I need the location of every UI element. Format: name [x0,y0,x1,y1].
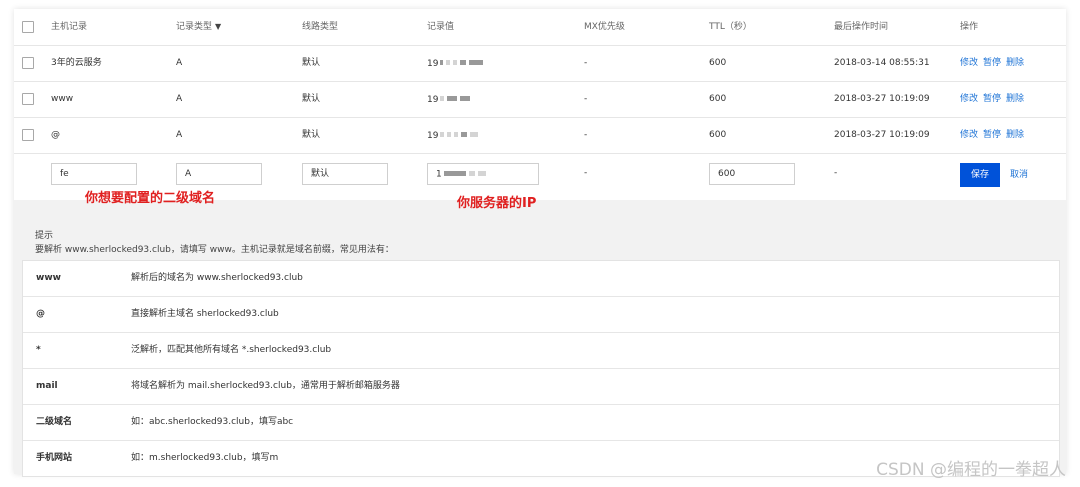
edit-link[interactable]: 修改 [960,130,978,140]
tip-value: 解析后的域名为 www.sherlocked93.club [131,273,303,283]
row-ttl: 600 [709,94,727,104]
row-line: 默认 [302,94,321,104]
col-actions: 操作 [960,22,979,32]
tip-value: 将域名解析为 mail.sherlocked93.club，通常用于解析邮箱服务… [131,381,400,391]
tip-key: 手机网站 [36,453,73,463]
record-type-select[interactable]: A [176,163,262,185]
row-ttl: 600 [709,130,727,140]
ttl-input[interactable]: 600 [709,163,795,185]
col-type-label: 记录类型 [176,22,213,32]
redacted-ip [443,164,489,184]
redacted-ip [440,117,481,153]
record-value-prefix: 1 [436,169,442,180]
col-value: 记录值 [427,22,455,32]
tip-key: @ [36,309,45,319]
subdomain-annotation: 你想要配置的二级域名 [85,191,216,206]
tip-value: 如：m.sherlocked93.club，填写m [131,453,279,463]
pause-link[interactable]: 暂停 [983,58,1001,68]
tip-key: mail [36,381,58,391]
row-checkbox[interactable] [22,129,34,141]
tip-row: mail 将域名解析为 mail.sherlocked93.club，通常用于解析… [23,369,1059,405]
row-value: 19 [427,81,473,118]
redacted-ip [440,81,473,117]
row-actions: 修改 暂停 删除 [960,81,1029,117]
row-host: 3年的云服务 [51,58,102,68]
row-mx: - [584,130,588,140]
redacted-ip [440,45,486,81]
row-time: 2018-03-14 08:55:31 [834,58,930,68]
row-value: 19 [427,45,486,82]
tip-key: www [36,273,61,283]
tip-key: * [36,345,41,355]
delete-link[interactable]: 删除 [1006,58,1024,68]
new-mx: - [584,168,588,178]
tip-value: 泛解析，匹配其他所有域名 *.sherlocked93.club [131,345,332,355]
pause-link[interactable]: 暂停 [983,130,1001,140]
row-value-prefix: 19 [427,94,439,105]
save-button[interactable]: 保存 [960,163,1000,187]
row-mx: - [584,94,588,104]
row-host: @ [51,130,60,140]
row-type: A [176,130,183,140]
cancel-link[interactable]: 取消 [1010,163,1028,187]
line-type-select[interactable]: 默认 [302,163,388,185]
row-actions: 修改 暂停 删除 [960,45,1029,81]
host-input[interactable]: fe [51,163,137,185]
row-line: 默认 [302,130,321,140]
tip-row: www 解析后的域名为 www.sherlocked93.club [23,261,1059,297]
row-value-prefix: 19 [427,58,439,69]
delete-link[interactable]: 删除 [1006,94,1024,104]
col-mx: MX优先级 [584,22,625,32]
record-value-input[interactable]: 1 [427,163,539,185]
row-ttl: 600 [709,58,727,68]
delete-link[interactable]: 删除 [1006,130,1024,140]
row-time: 2018-03-27 10:19:09 [834,130,930,140]
tip-row: 二级域名 如：abc.sherlocked93.club，填写abc [23,405,1059,441]
new-time: - [834,168,838,178]
filter-icon[interactable]: ▼ [215,22,221,31]
tips-table: www 解析后的域名为 www.sherlocked93.club @ 直接解析主域… [22,260,1060,477]
row-host: www [51,94,74,104]
edit-link[interactable]: 修改 [960,94,978,104]
row-type: A [176,94,183,104]
table-row: www A 默认 19 - 600 2018-03-27 10:19:09 修改… [14,81,1066,118]
row-actions: 修改 暂停 删除 [960,117,1029,153]
table-row: @ A 默认 19 - 600 2018-03-27 10:19:09 修改 暂停… [14,117,1066,154]
row-mx: - [584,58,588,68]
col-time: 最后操作时间 [834,22,889,32]
row-checkbox[interactable] [22,57,34,69]
tip-value: 如：abc.sherlocked93.club，填写abc [131,417,294,427]
table-row: 3年的云服务 A 默认 19 - 600 2018-03-14 08:55:31… [14,45,1066,82]
pause-link[interactable]: 暂停 [983,94,1001,104]
tips-description: 要解析 www.sherlocked93.club，请填写 www。主机记录就是… [35,245,394,255]
col-host: 主机记录 [51,22,88,32]
row-value: 19 [427,117,481,154]
ip-annotation: 你服务器的IP [457,196,537,211]
tip-row: @ 直接解析主域名 sherlocked93.club [23,297,1059,333]
tips-title: 提示 [35,231,54,241]
table-header: 主机记录 记录类型 ▼ 线路类型 记录值 MX优先级 TTL（秒） 最后操作时间 … [14,9,1066,46]
dns-records-panel: 主机记录 记录类型 ▼ 线路类型 记录值 MX优先级 TTL（秒） 最后操作时间 … [14,9,1066,477]
row-checkbox[interactable] [22,93,34,105]
tip-value: 直接解析主域名 sherlocked93.club [131,309,279,319]
select-all-checkbox[interactable] [22,21,34,33]
col-ttl: TTL（秒） [709,22,752,32]
col-type[interactable]: 记录类型 ▼ [176,9,221,45]
tip-row: * 泛解析，匹配其他所有域名 *.sherlocked93.club [23,333,1059,369]
watermark: CSDN @编程的一拳超人 [876,460,1066,480]
edit-link[interactable]: 修改 [960,58,978,68]
row-line: 默认 [302,58,321,68]
col-line: 线路类型 [302,22,339,32]
row-time: 2018-03-27 10:19:09 [834,94,930,104]
row-type: A [176,58,183,68]
tip-key: 二级域名 [36,417,73,427]
row-value-prefix: 19 [427,130,439,141]
